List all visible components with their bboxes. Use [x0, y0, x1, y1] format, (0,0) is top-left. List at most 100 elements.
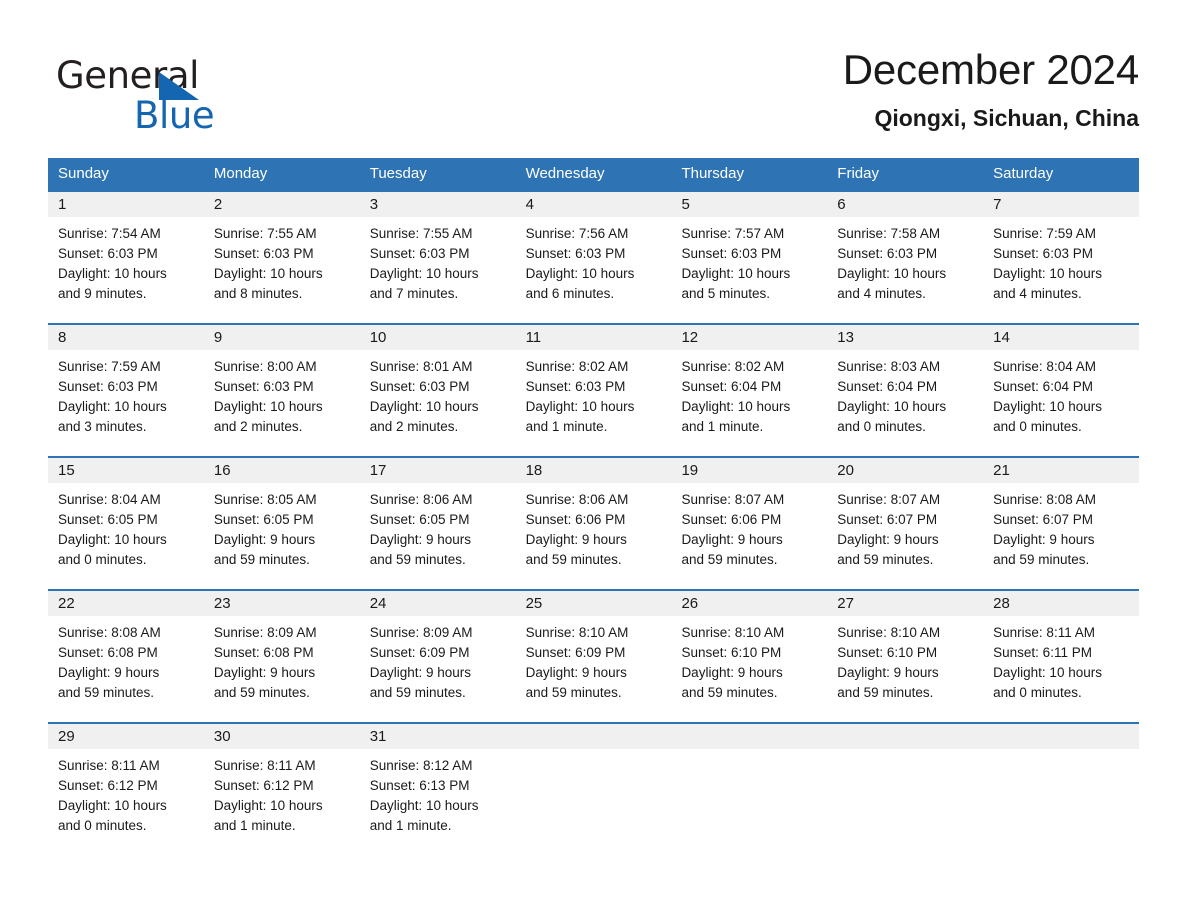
day-details: Sunrise: 8:11 AM Sunset: 6:11 PM Dayligh… — [983, 616, 1139, 703]
day-cell[interactable]: 19 Sunrise: 8:07 AM Sunset: 6:06 PM Dayl… — [671, 458, 828, 589]
day-details: Sunrise: 8:07 AM Sunset: 6:07 PM Dayligh… — [827, 483, 983, 570]
daylight-text-line2: and 59 minutes. — [369, 552, 466, 567]
daylight-text-line1: Daylight: 10 hours — [525, 399, 635, 414]
day-cell[interactable]: 4 Sunrise: 7:56 AM Sunset: 6:03 PM Dayli… — [515, 192, 672, 323]
day-number-band: 9 — [203, 325, 360, 350]
sunset-text: Sunset: 6:06 PM — [681, 512, 782, 527]
day-cell[interactable]: 11 Sunrise: 8:02 AM Sunset: 6:03 PM Dayl… — [515, 325, 672, 456]
day-cell[interactable]: 16 Sunrise: 8:05 AM Sunset: 6:05 PM Dayl… — [203, 458, 360, 589]
day-details: Sunrise: 7:58 AM Sunset: 6:03 PM Dayligh… — [827, 217, 983, 304]
daylight-text-line1: Daylight: 10 hours — [837, 266, 947, 281]
sunset-text: Sunset: 6:09 PM — [525, 645, 626, 660]
day-cell[interactable]: 27 Sunrise: 8:10 AM Sunset: 6:10 PM Dayl… — [827, 591, 984, 722]
day-cell-empty — [671, 724, 828, 855]
daylight-text-line1: Daylight: 9 hours — [993, 532, 1095, 547]
daylight-text-line2: and 8 minutes. — [213, 286, 303, 301]
day-cell[interactable]: 21 Sunrise: 8:08 AM Sunset: 6:07 PM Dayl… — [983, 458, 1140, 589]
daylight-text-line1: Daylight: 10 hours — [369, 399, 479, 414]
day-number: 28 — [993, 595, 1010, 612]
sunrise-text: Sunrise: 8:10 AM — [681, 625, 785, 640]
day-number: 24 — [369, 595, 387, 612]
day-cell[interactable]: 3 Sunrise: 7:55 AM Sunset: 6:03 PM Dayli… — [359, 192, 516, 323]
day-number-band: 30 — [203, 724, 360, 749]
day-number-band — [515, 724, 672, 749]
day-cell[interactable]: 22 Sunrise: 8:08 AM Sunset: 6:08 PM Dayl… — [48, 591, 204, 722]
sunrise-text: Sunrise: 8:11 AM — [993, 625, 1095, 640]
daylight-text-line1: Daylight: 10 hours — [525, 266, 635, 281]
day-cell[interactable]: 26 Sunrise: 8:10 AM Sunset: 6:10 PM Dayl… — [671, 591, 828, 722]
page-header: General Blue December 2024 Qiongxi, Sich… — [48, 44, 1139, 148]
day-cell[interactable]: 20 Sunrise: 8:07 AM Sunset: 6:07 PM Dayl… — [827, 458, 984, 589]
day-number: 1 — [58, 196, 67, 213]
day-cell-empty — [983, 724, 1140, 855]
day-cell[interactable]: 25 Sunrise: 8:10 AM Sunset: 6:09 PM Dayl… — [515, 591, 672, 722]
sunrise-text: Sunrise: 8:11 AM — [213, 758, 316, 773]
daylight-text-line1: Daylight: 10 hours — [369, 266, 479, 281]
day-cell[interactable]: 12 Sunrise: 8:02 AM Sunset: 6:04 PM Dayl… — [671, 325, 828, 456]
day-number: 23 — [213, 595, 231, 612]
day-number: 22 — [58, 595, 75, 612]
day-details: Sunrise: 8:11 AM Sunset: 6:12 PM Dayligh… — [48, 749, 204, 836]
general-blue-logo[interactable]: General Blue — [56, 54, 316, 140]
sunrise-text: Sunrise: 8:11 AM — [58, 758, 160, 773]
sunset-text: Sunset: 6:04 PM — [837, 379, 938, 394]
day-cell[interactable]: 6 Sunrise: 7:58 AM Sunset: 6:03 PM Dayli… — [827, 192, 984, 323]
day-cell[interactable]: 8 Sunrise: 7:59 AM Sunset: 6:03 PM Dayli… — [48, 325, 204, 456]
day-number-band: 11 — [515, 325, 672, 350]
daylight-text-line2: and 59 minutes. — [525, 685, 622, 700]
day-cell[interactable]: 5 Sunrise: 7:57 AM Sunset: 6:03 PM Dayli… — [671, 192, 828, 323]
day-number: 8 — [58, 329, 67, 346]
day-number: 3 — [369, 196, 379, 213]
day-cell[interactable]: 30 Sunrise: 8:11 AM Sunset: 6:12 PM Dayl… — [203, 724, 360, 855]
daylight-text-line1: Daylight: 9 hours — [837, 665, 939, 680]
daylight-text-line1: Daylight: 9 hours — [837, 532, 939, 547]
daylight-text-line1: Daylight: 9 hours — [213, 532, 316, 547]
day-cell[interactable]: 1 Sunrise: 7:54 AM Sunset: 6:03 PM Dayli… — [48, 192, 204, 323]
day-cell[interactable]: 17 Sunrise: 8:06 AM Sunset: 6:05 PM Dayl… — [359, 458, 516, 589]
day-number: 6 — [837, 196, 846, 213]
sunrise-text: Sunrise: 7:59 AM — [58, 359, 161, 374]
daylight-text-line2: and 1 minute. — [369, 818, 452, 833]
day-cell[interactable]: 2 Sunrise: 7:55 AM Sunset: 6:03 PM Dayli… — [203, 192, 360, 323]
daylight-text-line2: and 59 minutes. — [681, 685, 778, 700]
day-details: Sunrise: 8:04 AM Sunset: 6:05 PM Dayligh… — [48, 483, 204, 570]
day-cell[interactable]: 14 Sunrise: 8:04 AM Sunset: 6:04 PM Dayl… — [983, 325, 1140, 456]
day-cell[interactable]: 10 Sunrise: 8:01 AM Sunset: 6:03 PM Dayl… — [359, 325, 516, 456]
weekday-header-sunday: Sunday — [58, 165, 109, 182]
day-number-band: 29 — [48, 724, 204, 749]
day-cell[interactable]: 23 Sunrise: 8:09 AM Sunset: 6:08 PM Dayl… — [203, 591, 360, 722]
day-number-band — [983, 724, 1140, 749]
weekday-header-thursday: Thursday — [681, 165, 744, 182]
daylight-text-line2: and 0 minutes. — [58, 552, 147, 567]
day-cell[interactable]: 28 Sunrise: 8:11 AM Sunset: 6:11 PM Dayl… — [983, 591, 1140, 722]
day-number-band: 7 — [983, 192, 1140, 217]
weekday-header-saturday: Saturday — [993, 165, 1054, 182]
day-details: Sunrise: 7:59 AM Sunset: 6:03 PM Dayligh… — [983, 217, 1139, 304]
day-cell[interactable]: 29 Sunrise: 8:11 AM Sunset: 6:12 PM Dayl… — [48, 724, 204, 855]
day-number: 31 — [369, 728, 387, 745]
sunrise-text: Sunrise: 8:08 AM — [58, 625, 161, 640]
daylight-text-line2: and 59 minutes. — [837, 552, 934, 567]
day-cell[interactable]: 9 Sunrise: 8:00 AM Sunset: 6:03 PM Dayli… — [203, 325, 360, 456]
day-number-band: 1 — [48, 192, 204, 217]
day-details: Sunrise: 7:55 AM Sunset: 6:03 PM Dayligh… — [204, 217, 360, 304]
sunrise-text: Sunrise: 8:04 AM — [993, 359, 1096, 374]
sunset-text: Sunset: 6:03 PM — [213, 246, 314, 261]
day-number-band: 14 — [983, 325, 1140, 350]
sunrise-text: Sunrise: 8:05 AM — [213, 492, 317, 507]
day-number-band: 31 — [359, 724, 516, 749]
sunset-text: Sunset: 6:03 PM — [837, 246, 938, 261]
daylight-text-line2: and 1 minute. — [525, 419, 608, 434]
day-cell[interactable]: 18 Sunrise: 8:06 AM Sunset: 6:06 PM Dayl… — [515, 458, 672, 589]
day-cell[interactable]: 24 Sunrise: 8:09 AM Sunset: 6:09 PM Dayl… — [359, 591, 516, 722]
day-cell[interactable]: 31 Sunrise: 8:12 AM Sunset: 6:13 PM Dayl… — [359, 724, 516, 855]
day-details: Sunrise: 8:10 AM Sunset: 6:10 PM Dayligh… — [827, 616, 983, 703]
sunset-text: Sunset: 6:03 PM — [58, 379, 158, 394]
sunset-text: Sunset: 6:03 PM — [369, 246, 470, 261]
day-number-band: 5 — [671, 192, 828, 217]
daylight-text-line2: and 5 minutes. — [681, 286, 770, 301]
day-cell[interactable]: 13 Sunrise: 8:03 AM Sunset: 6:04 PM Dayl… — [827, 325, 984, 456]
day-cell[interactable]: 15 Sunrise: 8:04 AM Sunset: 6:05 PM Dayl… — [48, 458, 204, 589]
sunrise-text: Sunrise: 7:56 AM — [525, 226, 629, 241]
day-cell[interactable]: 7 Sunrise: 7:59 AM Sunset: 6:03 PM Dayli… — [983, 192, 1140, 323]
